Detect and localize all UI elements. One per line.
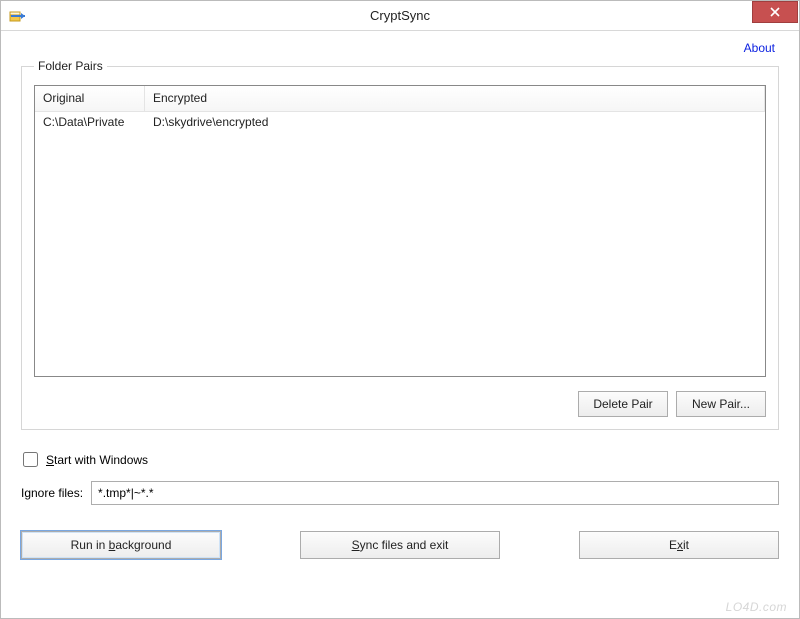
title-bar: CryptSync [1, 1, 799, 31]
bottom-buttons-row: Run in background Sync files and exit Ex… [21, 531, 779, 559]
sync-files-and-exit-button[interactable]: Sync files and exit [300, 531, 500, 559]
start-with-windows-row: Start with Windows [21, 452, 779, 467]
app-icon [9, 8, 25, 24]
start-with-windows-checkbox[interactable] [23, 452, 38, 467]
pair-buttons-row: Delete Pair New Pair... [34, 377, 766, 417]
table-row[interactable]: C:\Data\Private D:\skydrive\encrypted [35, 112, 765, 132]
new-pair-button[interactable]: New Pair... [676, 391, 766, 417]
cell-original: C:\Data\Private [35, 112, 145, 132]
ignore-files-label: Ignore files: [21, 486, 83, 500]
watermark: LO4D.com [726, 600, 787, 614]
delete-pair-button[interactable]: Delete Pair [578, 391, 668, 417]
list-body: C:\Data\Private D:\skydrive\encrypted [35, 112, 765, 132]
ignore-files-row: Ignore files: [21, 481, 779, 505]
client-area: About Folder Pairs Original Encrypted C:… [1, 31, 799, 579]
column-header-encrypted[interactable]: Encrypted [145, 86, 765, 111]
folder-pairs-list[interactable]: Original Encrypted C:\Data\Private D:\sk… [34, 85, 766, 377]
folder-pairs-legend: Folder Pairs [34, 59, 107, 73]
window-title: CryptSync [370, 8, 430, 23]
about-link[interactable]: About [21, 39, 779, 59]
close-button[interactable] [752, 1, 798, 23]
column-header-original[interactable]: Original [35, 86, 145, 111]
close-icon [770, 7, 780, 17]
cell-encrypted: D:\skydrive\encrypted [145, 112, 765, 132]
start-with-windows-label[interactable]: Start with Windows [46, 453, 148, 467]
run-in-background-button[interactable]: Run in background [21, 531, 221, 559]
exit-button[interactable]: Exit [579, 531, 779, 559]
ignore-files-input[interactable] [91, 481, 779, 505]
folder-pairs-group: Folder Pairs Original Encrypted C:\Data\… [21, 59, 779, 430]
list-header: Original Encrypted [35, 86, 765, 112]
